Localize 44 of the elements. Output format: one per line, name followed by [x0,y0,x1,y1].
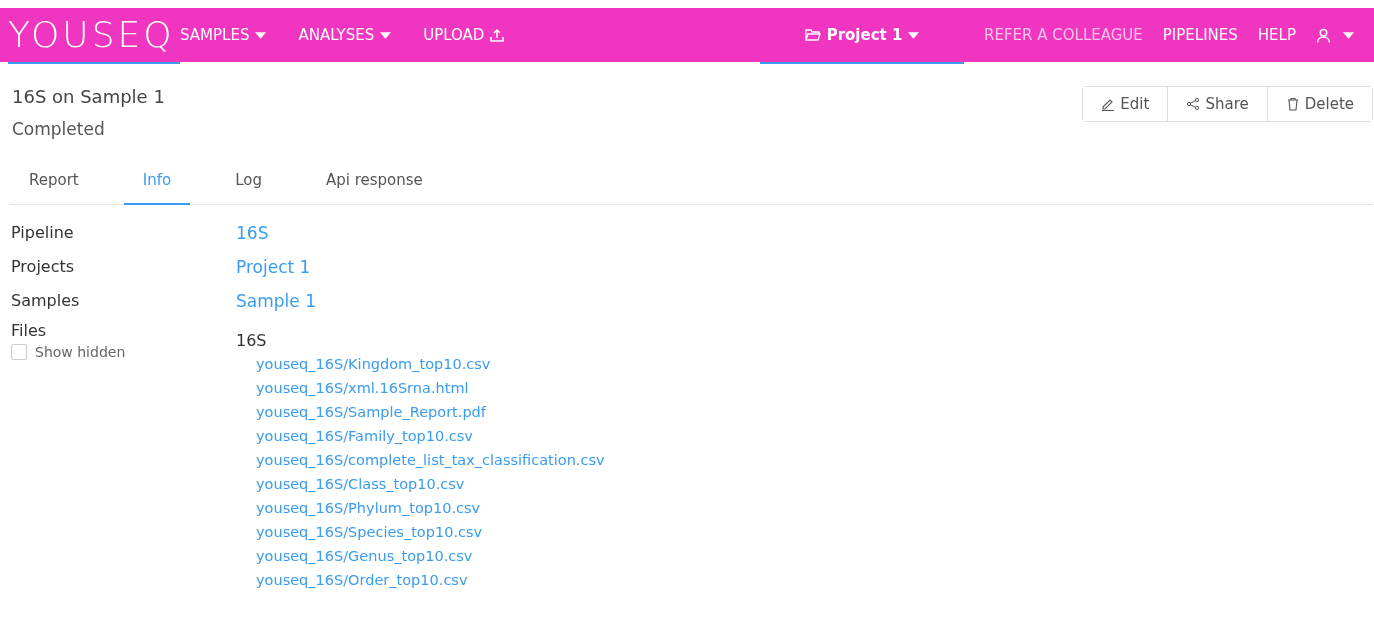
tab[interactable]: Info [123,159,191,205]
field-label: Samples [11,291,81,311]
tab[interactable]: Log [216,159,281,205]
field-label: Pipeline [11,223,75,243]
file-link[interactable]: youseq_16S/Kingdom_top10.csv [256,352,605,376]
logo[interactable]: YOUSEQ [8,17,175,53]
folder-icon [804,29,821,41]
checkbox-label: Show hidden [35,344,126,360]
file-link[interactable]: youseq_16S/xml.16Srna.html [256,376,605,400]
user-icon [1316,27,1331,43]
file-link[interactable]: youseq_16S/Class_top10.csv [256,472,605,496]
caret-icon [255,31,267,39]
status-text: Completed [12,119,106,139]
file-link[interactable]: youseq_16S/complete_list_tax_classification.csv [256,448,605,472]
field-label: Projects [11,257,76,277]
share-icon [1186,97,1201,111]
caret-icon [1343,31,1354,39]
group-label: 16S [236,331,268,350]
upload-icon [490,28,505,42]
caret-icon [908,31,920,39]
action-button[interactable]: Delete [1266,87,1372,121]
nav-link[interactable]: HELP [1257,8,1296,62]
nav-link[interactable]: ANALYSES [298,8,392,62]
file-link[interactable]: youseq_16S/Genus_top10.csv [256,544,605,568]
field-label: Files [11,321,48,340]
page-title: 16S on Sample 1 [12,86,165,107]
tab[interactable]: Report [10,159,98,205]
nav-link[interactable]: SAMPLES [180,8,267,62]
field-link[interactable]: 16S [236,223,269,243]
field-link[interactable]: Sample 1 [236,291,316,311]
tab[interactable]: Api response [306,159,442,205]
nav-link[interactable]: PIPELINES [1162,8,1238,62]
field-link[interactable]: Project 1 [236,257,311,277]
file-link[interactable]: youseq_16S/Family_top10.csv [256,424,605,448]
checkbox[interactable] [11,344,27,360]
file-link[interactable]: youseq_16S/Species_top10.csv [256,520,605,544]
file-link[interactable]: youseq_16S/Phylum_top10.csv [256,496,605,520]
caret-icon [380,31,392,39]
trash-icon [1285,97,1300,111]
pencil-icon [1101,97,1116,111]
nav-link[interactable]: UPLOAD [423,8,505,62]
file-link[interactable]: youseq_16S/Sample_Report.pdf [256,400,605,424]
file-link[interactable]: youseq_16S/Order_top10.csv [256,568,605,592]
project-menu[interactable]: Project 1 [804,26,920,44]
